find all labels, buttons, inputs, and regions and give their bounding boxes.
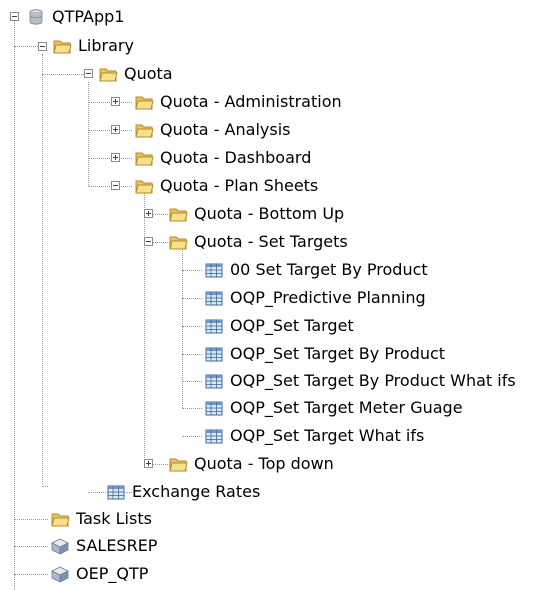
- folder-icon: [134, 177, 154, 195]
- folder-icon: [134, 121, 154, 139]
- tree-connector: [42, 54, 43, 484]
- tree-connector: [88, 186, 132, 187]
- tree-connector: [88, 82, 89, 187]
- tree-node-oep-qtp[interactable]: OEP_QTP: [50, 560, 148, 588]
- tree-node-label: SALESREP: [76, 536, 158, 555]
- expand-toggle-quota-dashboard[interactable]: [111, 153, 120, 162]
- tree-connector: [42, 486, 48, 487]
- folder-icon: [168, 205, 188, 223]
- folder-icon: [134, 149, 154, 167]
- tree-node-form[interactable]: OQP_Set Target What ifs: [204, 422, 424, 450]
- tree-node-form[interactable]: OQP_Predictive Planning: [204, 284, 426, 312]
- form-grid-icon: [106, 483, 126, 501]
- tree-connector: [14, 546, 48, 547]
- tree-node-label: OQP_Set Target What ifs: [230, 426, 425, 445]
- tree-node-label: OQP_Set Target: [230, 316, 354, 335]
- tree-node-label: Library: [78, 36, 134, 55]
- tree-connector: [182, 248, 183, 408]
- form-grid-icon: [204, 317, 224, 335]
- database-icon: [26, 8, 46, 26]
- tree-node-label: Quota - Bottom Up: [194, 204, 345, 223]
- tree-connector: [182, 408, 202, 409]
- tree-node-quota-plan-sheets[interactable]: Quota - Plan Sheets: [134, 172, 318, 200]
- tree-connector: [182, 270, 202, 271]
- tree-connector: [14, 20, 15, 590]
- tree-node-label: Quota - Set Targets: [194, 232, 348, 251]
- tree-node-qtpapp1[interactable]: QTPApp1: [26, 3, 124, 31]
- tree-node-label: OQP_Predictive Planning: [230, 288, 426, 307]
- tree-node-label: 00 Set Target By Product: [230, 260, 428, 279]
- tree-node-salesrep[interactable]: SALESREP: [50, 532, 157, 560]
- tree-node-exchange-rates[interactable]: Exchange Rates: [106, 478, 260, 506]
- tree-node-quota-analysis[interactable]: Quota - Analysis: [134, 116, 290, 144]
- tree-connector: [182, 354, 202, 355]
- collapse-toggle-quota-plan-sheets[interactable]: [111, 181, 120, 190]
- tree-node-library[interactable]: Library: [52, 32, 134, 60]
- tree-node-form[interactable]: OQP_Set Target By Product What ifs: [204, 367, 516, 395]
- tree-node-label: Quota - Analysis: [160, 120, 291, 139]
- collapse-toggle-quota-set-targets[interactable]: [144, 237, 153, 246]
- tree-connector: [14, 574, 48, 575]
- tree-node-form[interactable]: OQP_Set Target By Product: [204, 340, 445, 368]
- tree-node-label: Quota - Top down: [194, 454, 334, 473]
- tree-node-label: Quota - Plan Sheets: [160, 176, 319, 195]
- tree-node-form[interactable]: OQP_Set Target Meter Guage: [204, 394, 463, 422]
- expand-toggle-quota-bottom-up[interactable]: [144, 209, 153, 218]
- tree-connector: [88, 158, 132, 159]
- form-grid-icon: [204, 372, 224, 390]
- expand-toggle-quota-top-down[interactable]: [144, 459, 153, 468]
- tree-node-quota-set-targets[interactable]: Quota - Set Targets: [168, 228, 348, 256]
- form-grid-icon: [204, 427, 224, 445]
- folder-icon: [50, 510, 70, 528]
- expand-toggle-quota-administration[interactable]: [111, 97, 120, 106]
- form-grid-icon: [204, 399, 224, 417]
- folder-icon: [98, 65, 118, 83]
- tree-node-form[interactable]: 00 Set Target By Product: [204, 256, 428, 284]
- folder-icon: [134, 93, 154, 111]
- collapse-toggle-qtpapp1[interactable]: [10, 12, 19, 21]
- tree-connector: [182, 326, 202, 327]
- tree-node-task-lists[interactable]: Task Lists: [50, 505, 152, 533]
- tree-node-label: QTPApp1: [52, 7, 125, 26]
- collapse-toggle-quota[interactable]: [84, 69, 93, 78]
- tree-node-quota[interactable]: Quota: [98, 60, 173, 88]
- tree-connector: [182, 436, 202, 437]
- folder-icon: [52, 37, 72, 55]
- tree-node-label: OQP_Set Target Meter Guage: [230, 398, 463, 417]
- tree-connector: [14, 46, 38, 47]
- tree-node-label: OQP_Set Target By Product What ifs: [230, 371, 516, 390]
- tree-connector: [182, 381, 202, 382]
- tree-connector: [182, 298, 202, 299]
- tree-node-label: Exchange Rates: [132, 482, 261, 501]
- expand-toggle-quota-analysis[interactable]: [111, 125, 120, 134]
- collapse-toggle-library[interactable]: [38, 42, 47, 51]
- folder-icon: [168, 233, 188, 251]
- tree-node-quota-top-down[interactable]: Quota - Top down: [168, 450, 334, 478]
- tree-node-quota-bottom-up[interactable]: Quota - Bottom Up: [168, 200, 344, 228]
- form-grid-icon: [204, 289, 224, 307]
- tree-connector: [14, 519, 48, 520]
- tree-connector: [144, 192, 145, 464]
- form-grid-icon: [204, 261, 224, 279]
- tree-node-label: OEP_QTP: [76, 564, 149, 583]
- form-grid-icon: [204, 345, 224, 363]
- tree-node-label: Quota: [124, 64, 173, 83]
- tree-connector: [88, 102, 132, 103]
- folder-icon: [168, 455, 188, 473]
- cube-icon: [50, 537, 70, 555]
- tree-node-form[interactable]: OQP_Set Target: [204, 312, 354, 340]
- tree-connector: [42, 74, 84, 75]
- cube-icon: [50, 565, 70, 583]
- tree-node-quota-administration[interactable]: Quota - Administration: [134, 88, 342, 116]
- tree-connector: [88, 130, 132, 131]
- tree-node-quota-dashboard[interactable]: Quota - Dashboard: [134, 144, 311, 172]
- tree-node-label: Quota - Administration: [160, 92, 342, 111]
- tree-node-label: OQP_Set Target By Product: [230, 344, 446, 363]
- tree-node-label: Quota - Dashboard: [160, 148, 312, 167]
- tree-node-label: Task Lists: [76, 509, 152, 528]
